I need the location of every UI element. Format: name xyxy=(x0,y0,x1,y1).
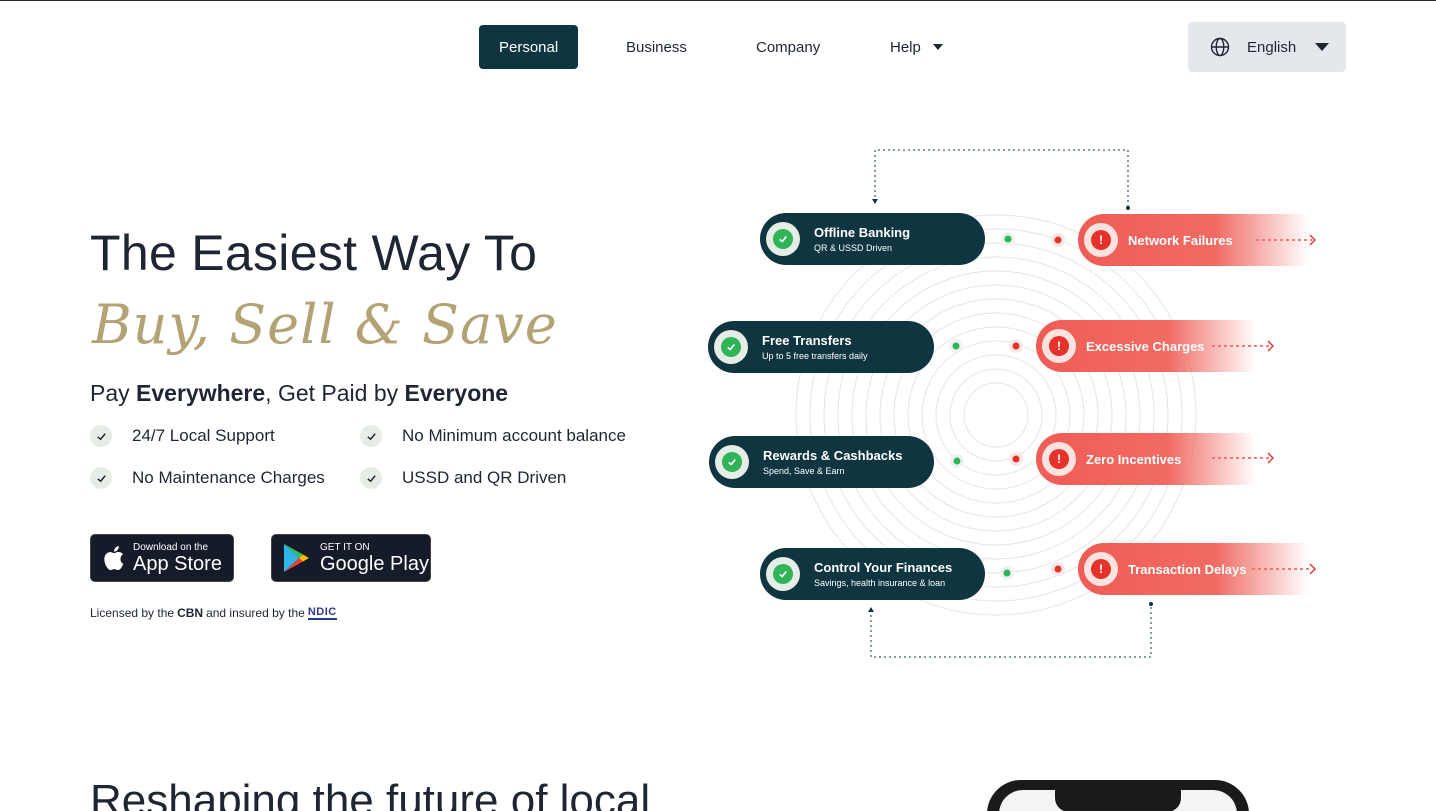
section-title: Reshaping the future of local xyxy=(90,776,651,811)
feature-item: No Minimum account balance xyxy=(360,425,626,447)
problem-title: Excessive Charges xyxy=(1086,338,1205,354)
google-play-button[interactable]: GET IT ON Google Play xyxy=(271,534,431,582)
benefit-subtitle: Up to 5 free transfers daily xyxy=(762,351,868,361)
nav-business[interactable]: Business xyxy=(626,25,687,69)
subtitle-bold-1: Everywhere xyxy=(136,380,266,406)
globe-icon xyxy=(1210,37,1230,57)
phone-mockup xyxy=(987,780,1249,811)
comparison-diagram: Offline Banking QR & USSD Driven Free Tra… xyxy=(700,140,1340,670)
top-border xyxy=(0,0,1436,1)
google-play-big: Google Play xyxy=(320,552,429,575)
alert-icon: ! xyxy=(1084,552,1118,586)
feature-item: No Maintenance Charges xyxy=(90,467,325,489)
problem-card: ! Zero Incentives xyxy=(1036,433,1256,485)
benefit-title: Rewards & Cashbacks xyxy=(763,448,903,463)
nav-help-label: Help xyxy=(890,38,921,56)
feature-item: 24/7 Local Support xyxy=(90,425,275,447)
problem-title: Transaction Delays xyxy=(1128,561,1247,577)
google-play-small: GET IT ON xyxy=(320,541,370,553)
subtitle-part-1: Pay xyxy=(90,380,137,406)
license-text-1: Licensed by the xyxy=(90,606,175,620)
check-icon xyxy=(715,445,749,479)
nav-personal[interactable]: Personal xyxy=(479,25,579,69)
problem-title: Network Failures xyxy=(1128,232,1233,248)
benefit-card: Control Your Finances Savings, health ins… xyxy=(760,548,985,600)
feature-label: No Minimum account balance xyxy=(402,426,626,445)
benefit-subtitle: Savings, health insurance & loan xyxy=(814,578,946,588)
feature-item: USSD and QR Driven xyxy=(360,467,566,489)
check-icon xyxy=(714,330,748,364)
app-store-small: Download on the xyxy=(133,541,209,553)
alert-icon: ! xyxy=(1042,329,1076,363)
benefit-title: Offline Banking xyxy=(814,225,911,240)
benefit-card: Rewards & Cashbacks Spend, Save & Earn xyxy=(709,436,934,488)
phone-notch xyxy=(1055,788,1181,811)
benefit-subtitle: QR & USSD Driven xyxy=(814,243,893,253)
feature-label: No Maintenance Charges xyxy=(132,468,325,487)
app-store-text: Download on the App Store xyxy=(133,542,222,575)
hero-subtitle: Pay Everywhere, Get Paid by Everyone xyxy=(90,380,508,407)
app-store-button[interactable]: Download on the App Store xyxy=(90,534,234,582)
hero-script-title: Buy, Sell & Save xyxy=(92,293,558,356)
benefit-subtitle: Spend, Save & Earn xyxy=(763,466,845,476)
subtitle-bold-2: Everyone xyxy=(404,380,509,406)
check-icon xyxy=(766,557,800,591)
problem-card: ! Transaction Delays xyxy=(1078,543,1308,595)
problem-card: ! Excessive Charges xyxy=(1036,320,1256,372)
benefit-title: Control Your Finances xyxy=(814,560,953,575)
feature-label: 24/7 Local Support xyxy=(132,426,275,445)
subtitle-part-2: , Get Paid by xyxy=(265,380,405,406)
apple-icon xyxy=(104,546,124,571)
nav-company[interactable]: Company xyxy=(756,25,820,69)
language-selector[interactable]: English xyxy=(1188,22,1346,72)
google-play-text: GET IT ON Google Play xyxy=(320,542,429,575)
check-icon xyxy=(360,425,382,447)
license-text-2: and insured by the xyxy=(206,606,305,620)
hero-title: The Easiest Way To xyxy=(90,225,538,281)
language-label: English xyxy=(1247,38,1297,56)
check-icon xyxy=(90,467,112,489)
license-note: Licensed by the CBN and insured by the N… xyxy=(90,606,337,620)
benefit-card: Free Transfers Up to 5 free transfers dai… xyxy=(708,321,934,373)
check-icon xyxy=(90,425,112,447)
ndic-logo: NDIC xyxy=(307,606,337,620)
chevron-down-icon xyxy=(1315,43,1330,51)
google-play-icon xyxy=(284,544,309,572)
benefit-title: Free Transfers xyxy=(762,333,852,348)
main-nav: Personal Business Company Help xyxy=(479,25,943,69)
benefit-card: Offline Banking QR & USSD Driven xyxy=(760,213,985,265)
cbn-label: CBN xyxy=(177,606,204,620)
check-icon xyxy=(360,467,382,489)
check-icon xyxy=(766,222,800,256)
alert-icon: ! xyxy=(1042,442,1076,476)
problem-card: ! Network Failures xyxy=(1078,214,1308,266)
nav-help[interactable]: Help xyxy=(890,25,943,69)
chevron-down-icon xyxy=(932,44,943,50)
alert-icon: ! xyxy=(1084,223,1118,257)
problem-title: Zero Incentives xyxy=(1086,451,1182,467)
app-store-big: App Store xyxy=(133,552,222,575)
feature-label: USSD and QR Driven xyxy=(402,468,567,487)
